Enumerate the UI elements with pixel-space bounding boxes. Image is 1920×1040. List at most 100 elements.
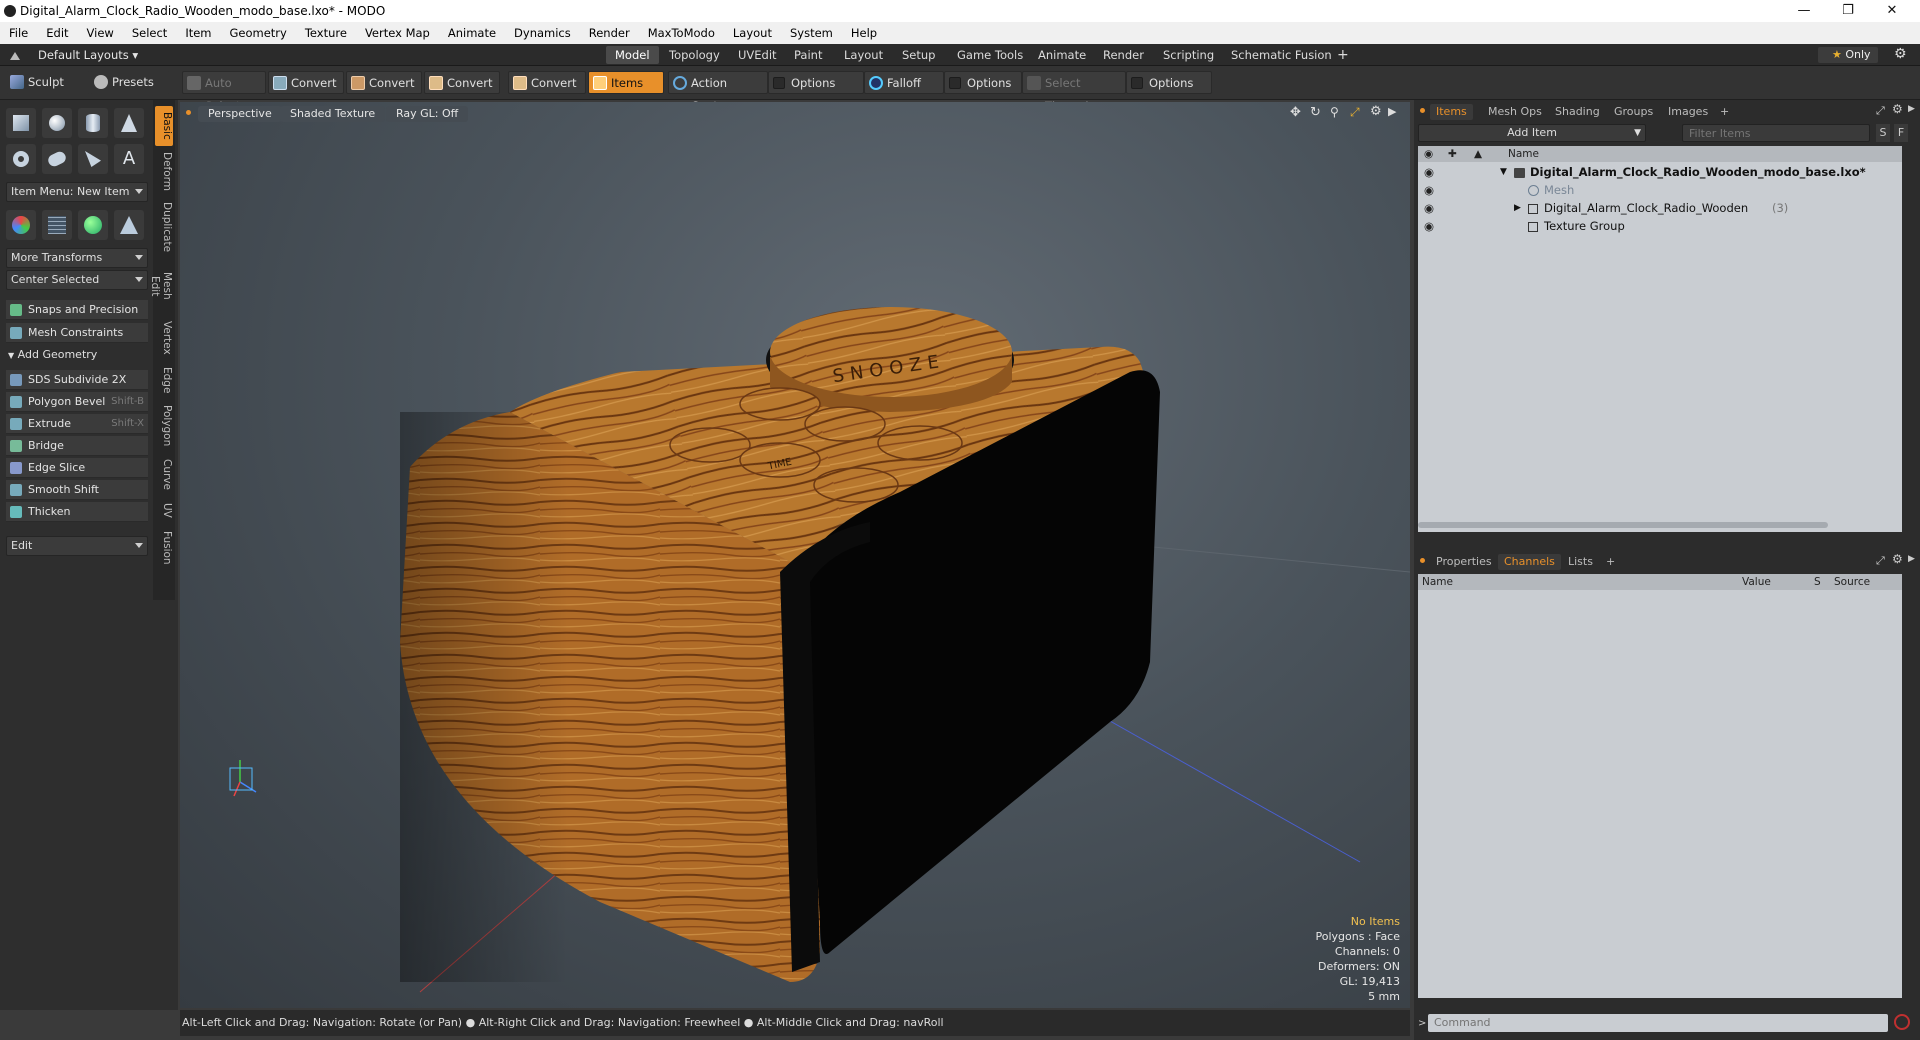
tree-scrollbar[interactable] — [1418, 522, 1828, 528]
panel-more-icon[interactable]: ▶ — [1908, 554, 1915, 564]
smooth-shift-button[interactable]: Smooth Shift — [6, 480, 148, 500]
eye-icon[interactable]: ◉ — [1424, 200, 1434, 217]
more-transforms-dropdown[interactable]: More Transforms — [6, 248, 148, 268]
pen-icon[interactable] — [78, 144, 108, 174]
vtab-basic[interactable]: Basic — [155, 106, 173, 146]
tab-groups[interactable]: Groups — [1608, 104, 1659, 120]
menu-maxtomodo[interactable]: MaxToModo — [639, 26, 724, 40]
vtab-vertex[interactable]: Vertex — [155, 316, 173, 360]
chevron-down-icon[interactable]: ▼ — [1500, 164, 1507, 181]
tab-shading[interactable]: Shading — [1549, 104, 1606, 120]
expand-panel-icon[interactable]: ⤢ — [1876, 104, 1885, 118]
add-item-dropdown[interactable]: Add Item ▼ — [1418, 124, 1646, 142]
transform-icon[interactable] — [6, 210, 36, 240]
tab-animate[interactable]: Animate — [1029, 46, 1095, 64]
vtab-deform[interactable]: Deform — [155, 148, 173, 196]
only-button[interactable]: ★ Only — [1818, 47, 1878, 63]
options-checkbox[interactable] — [1131, 77, 1143, 89]
cylinder-icon[interactable] — [78, 108, 108, 138]
options-checkbox[interactable] — [773, 77, 785, 89]
panel-menu-dot[interactable] — [1420, 108, 1425, 113]
tab-lists[interactable]: Lists — [1562, 554, 1599, 570]
record-icon[interactable] — [1894, 1014, 1910, 1030]
tab-images[interactable]: Images — [1662, 104, 1714, 120]
polygon-bevel-button[interactable]: Polygon Bevel Shift-B — [6, 392, 148, 412]
falloff-button[interactable]: Falloff — [864, 71, 944, 94]
presets-button[interactable]: Presets F6 — [90, 71, 170, 112]
filter-f-button[interactable]: F — [1894, 124, 1908, 142]
cone-icon[interactable] — [114, 108, 144, 138]
menu-view[interactable]: View — [78, 26, 123, 40]
add-tab-button[interactable]: + — [1328, 46, 1358, 64]
cube-icon[interactable] — [6, 108, 36, 138]
vtab-polygon[interactable]: Polygon — [155, 400, 173, 452]
tab-schematic-fusion[interactable]: Schematic Fusion — [1222, 46, 1341, 64]
extrude-button[interactable]: Extrude Shift-X — [6, 414, 148, 434]
center-selected-dropdown[interactable]: Center Selected — [6, 270, 148, 290]
channel-name-header[interactable]: Name — [1422, 574, 1453, 590]
close-button[interactable]: ✕ — [1870, 0, 1914, 22]
panel-gear-icon[interactable]: ⚙ — [1892, 102, 1903, 116]
gear-icon[interactable]: ⚙ — [1894, 46, 1907, 62]
menu-select[interactable]: Select — [123, 26, 176, 40]
select-through-options-button[interactable]: Options — [1126, 71, 1212, 94]
tab-items[interactable]: Items — [1430, 104, 1473, 120]
menu-vertex-map[interactable]: Vertex Map — [356, 26, 439, 40]
tab-render[interactable]: Render — [1094, 46, 1153, 64]
eye-icon[interactable]: ◉ — [1424, 218, 1434, 235]
menu-render[interactable]: Render — [580, 26, 639, 40]
menu-edit[interactable]: Edit — [37, 26, 77, 40]
eye-icon[interactable]: ◉ — [1424, 182, 1434, 199]
convert-items-button[interactable]: Convert — [508, 71, 586, 94]
tree-row-scene[interactable]: ◉ ▼ Digital_Alarm_Clock_Radio_Wooden_mod… — [1418, 164, 1902, 181]
vtab-edge[interactable]: Edge — [155, 362, 173, 398]
add-geometry-section[interactable]: ▼ Add Geometry — [8, 348, 97, 361]
mesh-constraints-button[interactable]: Mesh Constraints — [6, 323, 148, 343]
tree-row-texture-group[interactable]: ◉ Texture Group — [1418, 218, 1902, 235]
convert-polygons-button[interactable]: Convert — [424, 71, 500, 94]
vtab-mesh-edit[interactable]: Mesh Edit — [149, 258, 173, 314]
menu-dynamics[interactable]: Dynamics — [505, 26, 580, 40]
tree-row-mesh[interactable]: ◉ Mesh — [1418, 182, 1902, 199]
tab-game-tools[interactable]: Game Tools — [948, 46, 1032, 64]
tab-paint[interactable]: Paint — [785, 46, 831, 64]
tab-layout[interactable]: Layout — [835, 46, 892, 64]
channel-value-header[interactable]: Value — [1742, 574, 1771, 590]
bridge-button[interactable]: Bridge — [6, 436, 148, 456]
vtab-duplicate[interactable]: Duplicate — [155, 198, 173, 256]
menu-geometry[interactable]: Geometry — [221, 26, 296, 40]
convert-edges-button[interactable]: Convert — [346, 71, 422, 94]
sculpt-button[interactable]: Sculpt — [6, 71, 90, 94]
add-panel-tab-button[interactable]: + — [1600, 554, 1621, 570]
items-mode-button[interactable]: Items — [588, 71, 664, 94]
menu-animate[interactable]: Animate — [439, 26, 505, 40]
text-icon[interactable]: A — [114, 144, 144, 174]
tab-channels[interactable]: Channels — [1498, 554, 1561, 570]
add-panel-tab-button[interactable]: + — [1714, 104, 1735, 120]
action-center-options-button[interactable]: Options — [768, 71, 864, 94]
vtab-uv[interactable]: UV — [155, 496, 173, 524]
thicken-button[interactable]: Thicken — [6, 502, 148, 522]
tab-uvedit[interactable]: UVEdit — [729, 46, 786, 64]
pyramid-icon[interactable] — [114, 210, 144, 240]
name-column-header[interactable]: Name — [1508, 146, 1539, 162]
grid-icon[interactable] — [42, 210, 72, 240]
torus-icon[interactable] — [6, 144, 36, 174]
expand-panel-icon[interactable]: ⤢ — [1876, 554, 1885, 568]
layouts-dropdown[interactable]: Default Layouts ▾ — [38, 47, 138, 63]
menu-system[interactable]: System — [781, 26, 842, 40]
falloff-options-button[interactable]: Options — [944, 71, 1022, 94]
vtab-curve[interactable]: Curve — [155, 454, 173, 494]
panel-menu-dot[interactable] — [1420, 558, 1425, 563]
panel-more-icon[interactable]: ▶ — [1908, 104, 1915, 114]
minimize-button[interactable]: — — [1782, 0, 1826, 22]
chevron-right-icon[interactable]: ▶ — [1514, 200, 1521, 217]
select-through-button[interactable]: Select Through — [1022, 71, 1126, 113]
action-center-button[interactable]: Action Center — [668, 71, 768, 113]
sphere-icon[interactable] — [42, 108, 72, 138]
menu-file[interactable]: File — [0, 26, 37, 40]
filter-s-button[interactable]: S — [1876, 124, 1890, 142]
auto-select-button[interactable]: Auto Select — [182, 71, 266, 113]
menu-help[interactable]: Help — [842, 26, 886, 40]
options-checkbox[interactable] — [949, 77, 961, 89]
